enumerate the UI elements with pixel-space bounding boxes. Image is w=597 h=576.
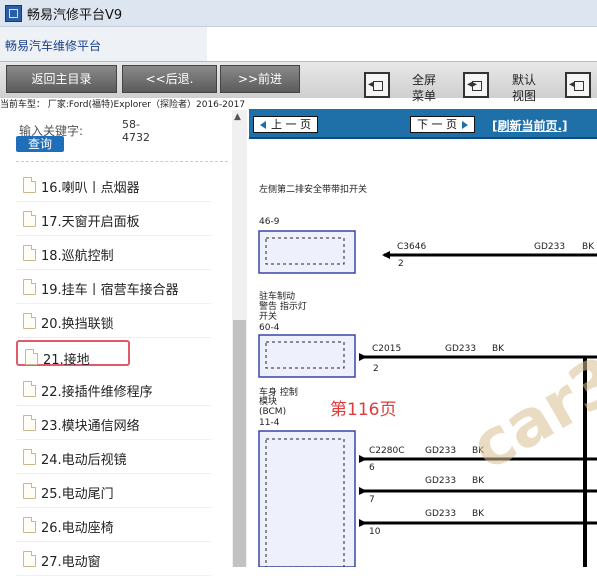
document-icon [23, 551, 36, 567]
component2-box [258, 334, 356, 378]
list-item[interactable]: 23.模块通信网络 [16, 408, 211, 440]
refresh-page-link[interactable]: [刷新当前页.] [492, 117, 568, 134]
document-icon [23, 245, 36, 261]
scroll-up-icon[interactable]: ▲ [234, 112, 241, 122]
document-icon [23, 279, 36, 295]
arrow3-icon [359, 455, 367, 463]
wire3-code: GD233 [425, 446, 456, 456]
component3-label-2: 模块 [259, 395, 277, 407]
list-item[interactable]: 17.天窗开启面板 [16, 204, 211, 236]
component3-label-3: (BCM) [259, 407, 286, 417]
wire4-color: BK [472, 476, 485, 486]
page-number-label: 第116页 [330, 400, 396, 420]
pin1: 2 [398, 259, 404, 269]
component3-id: 11-4 [259, 418, 280, 428]
header-tab: 畅易汽车维修平台 [0, 27, 207, 61]
pin7: 7 [369, 495, 375, 505]
current-vehicle: 当前车型： 厂家:Ford(福特)Explorer（探险者）2016-2017 [0, 100, 246, 109]
title-bar: 畅易汽修平台V9 [0, 0, 597, 27]
diagram-title: 左侧第二排安全带带扣开关 [259, 183, 367, 195]
search-input[interactable]: 58-4732 [122, 118, 156, 144]
component2-id: 60-4 [259, 323, 280, 333]
list-item[interactable]: 22.接插件维修程序 [16, 374, 211, 406]
list-item[interactable]: 24.电动后视镜 [16, 442, 211, 474]
wire5-color: BK [472, 509, 485, 519]
left-scrollbar[interactable]: ▲ [232, 110, 247, 567]
connector1: C3646 [397, 242, 426, 252]
collapse-right-icon[interactable]: ◂ [565, 72, 591, 98]
pin2: 2 [373, 364, 379, 374]
component1-box [258, 230, 356, 274]
document-icon [23, 313, 36, 329]
document-icon [23, 211, 36, 227]
forward-button[interactable]: >>前进 [220, 65, 300, 93]
list-item[interactable]: 16.喇叭丨点烟器 [16, 170, 211, 202]
list-item-selected[interactable]: 21.接地 [16, 340, 130, 368]
page-nav-bar: 上 一 页 下 一 页 [刷新当前页.] [249, 109, 597, 137]
list-item[interactable]: 27.电动窗 [16, 544, 211, 576]
back-button[interactable]: <<后退. [122, 65, 217, 93]
document-icon [23, 449, 36, 465]
document-icon [23, 381, 36, 397]
wire2-code: GD233 [445, 344, 476, 354]
arrow4-icon [359, 487, 367, 495]
document-icon [25, 349, 38, 365]
next-page-button[interactable]: 下 一 页 [410, 116, 475, 133]
prev-page-button[interactable]: 上 一 页 [253, 116, 318, 133]
arrow1-icon [382, 251, 390, 259]
scroll-thumb[interactable] [233, 320, 246, 567]
list-item[interactable]: 25.电动尾门 [16, 476, 211, 508]
component3-box [258, 430, 356, 567]
component2-label-1: 驻车制动 [259, 290, 295, 302]
list-item[interactable]: 20.换挡联锁 [16, 306, 211, 338]
document-viewer: 上 一 页 下 一 页 [刷新当前页.] 左侧第二排安全带带扣开关 46-9 C… [249, 109, 597, 567]
arrow5-icon [359, 519, 367, 527]
list-item[interactable]: 19.挂车丨宿营车接合器 [16, 272, 211, 304]
window-title: 畅易汽修平台V9 [27, 8, 123, 23]
app-icon [5, 5, 22, 22]
collapse-left-icon[interactable]: ◂ [364, 72, 390, 98]
wiring-diagram: 左侧第二排安全带带扣开关 46-9 C3646 2 GD233 BK 驻车制动 … [258, 183, 597, 567]
list-item[interactable]: 26.电动座椅 [16, 510, 211, 542]
wire1-code: GD233 [534, 242, 565, 252]
pin10: 10 [369, 527, 381, 537]
wire4-code: GD233 [425, 476, 456, 486]
platform-subtitle: 畅易汽车维修平台 [5, 39, 102, 53]
pin6: 6 [369, 463, 375, 473]
document-icon [23, 483, 36, 499]
connector3: C2280C [369, 446, 404, 456]
document-icon [23, 415, 36, 431]
list-item[interactable]: 18.巡航控制 [16, 238, 211, 270]
search-button[interactable]: 查询 [16, 136, 64, 152]
triangle-left-icon [260, 121, 266, 129]
expand-icon[interactable]: ◂▸ [463, 72, 489, 98]
left-panel: 输入关键字: 58-4732 查询 16.喇叭丨点烟器 17.天窗开启面板 18… [0, 110, 248, 576]
wire2-color: BK [492, 344, 505, 354]
wire1-color: BK [582, 242, 595, 252]
triangle-right-icon [462, 121, 468, 129]
toolbar: 返回主目录 <<后退. >>前进 ◂ 全屏 菜单 ◂▸ 默认 视图 ◂ [0, 61, 597, 103]
watermark: car3 [459, 342, 597, 485]
wire5-code: GD233 [425, 509, 456, 519]
component2-label-3: 开关 [259, 310, 277, 322]
document-icon [23, 177, 36, 193]
arrow2-icon [359, 353, 367, 361]
back-to-main-button[interactable]: 返回主目录 [6, 65, 117, 93]
component2-label-2: 警告 指示灯 [259, 300, 307, 312]
document-icon [23, 517, 36, 533]
divider [16, 161, 228, 162]
connector2: C2015 [372, 344, 401, 354]
component1-id: 46-9 [259, 217, 280, 227]
